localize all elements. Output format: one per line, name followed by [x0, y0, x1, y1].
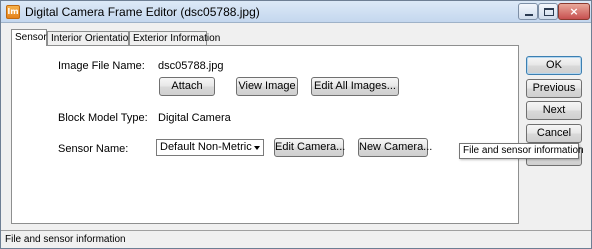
status-bar: File and sensor information — [1, 230, 591, 248]
tab-interior-orientation[interactable]: Interior Orientation — [47, 31, 134, 45]
tab-exterior-information[interactable]: Exterior Information — [129, 31, 220, 45]
maximize-button[interactable] — [538, 3, 558, 20]
sensor-panel: Image File Name: dsc05788.jpg Attach Vie… — [11, 45, 519, 224]
sensor-name-select[interactable]: Default Non-Metric — [156, 139, 264, 156]
app-icon: lm — [6, 5, 20, 19]
tooltip: File and sensor information — [459, 143, 584, 159]
view-image-button[interactable]: View Image — [236, 77, 298, 96]
next-button[interactable]: Next — [526, 101, 582, 120]
ok-button[interactable]: OK — [526, 56, 582, 75]
close-icon: × — [569, 5, 579, 18]
tab-sensor[interactable]: Sensor — [11, 29, 47, 46]
status-text: File and sensor information — [5, 234, 126, 245]
edit-all-images-button[interactable]: Edit All Images... — [311, 77, 399, 96]
attach-button[interactable]: Attach — [159, 77, 215, 96]
title-bar[interactable]: lm Digital Camera Frame Editor (dsc05788… — [1, 1, 591, 23]
sensor-name-select-value: Default Non-Metric — [160, 141, 252, 153]
new-camera-button[interactable]: New Camera... — [358, 138, 432, 157]
maximize-icon — [544, 8, 554, 16]
edit-camera-button[interactable]: Edit Camera... — [274, 138, 345, 157]
dialog-window: lm Digital Camera Frame Editor (dsc05788… — [0, 0, 592, 249]
chevron-down-icon — [254, 146, 260, 150]
close-button[interactable]: × — [558, 3, 590, 20]
previous-button[interactable]: Previous — [526, 79, 582, 98]
window-title: Digital Camera Frame Editor (dsc05788.jp… — [25, 5, 260, 19]
image-file-name-value: dsc05788.jpg — [158, 60, 224, 72]
sensor-name-label: Sensor Name: — [58, 143, 129, 155]
cancel-button[interactable]: Cancel — [526, 124, 582, 143]
image-file-name-label: Image File Name: — [58, 60, 145, 72]
block-model-type-label: Block Model Type: — [58, 112, 148, 124]
block-model-type-value: Digital Camera — [158, 112, 231, 124]
minimize-button[interactable] — [518, 3, 538, 20]
minimize-icon — [525, 14, 533, 16]
